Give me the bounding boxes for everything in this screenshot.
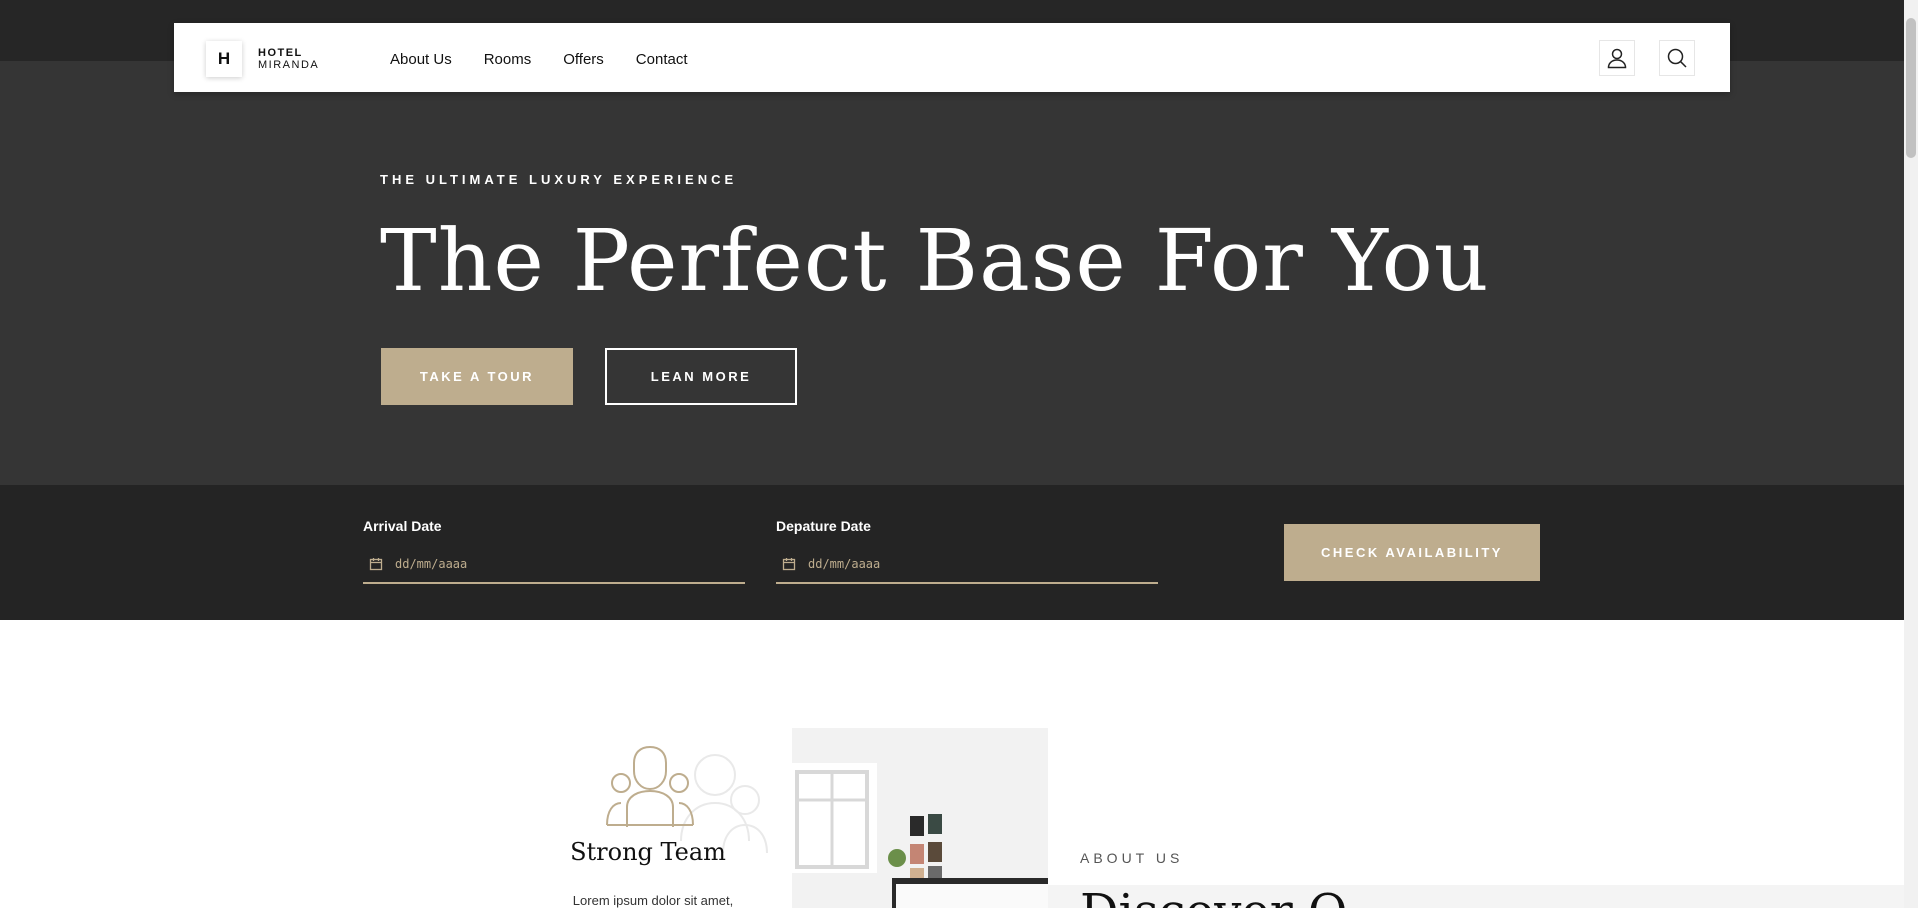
take-a-tour-button[interactable]: TAKE A TOUR [381, 348, 573, 405]
main-nav: About Us Rooms Offers Contact [390, 51, 688, 68]
arrival-date-label: Arrival Date [363, 518, 442, 534]
team-icon [606, 745, 768, 853]
nav-item-about-us[interactable]: About Us [390, 51, 452, 68]
hero-eyebrow: THE ULTIMATE LUXURY EXPERIENCE [380, 172, 738, 187]
about-eyebrow: ABOUT US [1080, 850, 1184, 866]
site-header: H HOTEL MIRANDA About Us Rooms Offers Co… [174, 23, 1730, 92]
user-icon [1607, 48, 1627, 69]
calendar-icon[interactable] [782, 557, 796, 571]
scrollbar-thumb[interactable] [1906, 18, 1916, 158]
nav-item-offers[interactable]: Offers [563, 51, 604, 68]
logo-line-1: HOTEL [258, 47, 303, 59]
arrival-date-field[interactable]: dd/mm/aaaa [363, 546, 745, 584]
nav-item-rooms[interactable]: Rooms [484, 51, 532, 68]
departure-date-field[interactable]: dd/mm/aaaa [776, 546, 1158, 584]
hero-headline: The Perfect Base For You [380, 212, 1490, 311]
logo-line-2: MIRANDA [258, 59, 320, 71]
check-availability-button[interactable]: CHECK AVAILABILITY [1284, 524, 1540, 581]
logo-text[interactable]: HOTEL MIRANDA [258, 47, 319, 71]
departure-date-label: Depature Date [776, 518, 871, 534]
about-heading: Discover O [1080, 888, 1347, 908]
nav-item-contact[interactable]: Contact [636, 51, 688, 68]
account-button[interactable] [1599, 40, 1635, 76]
page-scrollbar[interactable] [1904, 0, 1918, 908]
room-photo [792, 728, 1048, 908]
learn-more-button[interactable]: LEAN MORE [605, 348, 797, 405]
search-button[interactable] [1659, 40, 1695, 76]
calendar-icon[interactable] [369, 557, 383, 571]
feature-text: Lorem ipsum dolor sit amet, [572, 893, 734, 908]
departure-date-placeholder: dd/mm/aaaa [808, 557, 881, 571]
feature-title: Strong Team [570, 838, 726, 866]
arrival-date-placeholder: dd/mm/aaaa [395, 557, 468, 571]
logo-mark[interactable]: H [206, 41, 242, 77]
search-icon [1667, 48, 1687, 68]
